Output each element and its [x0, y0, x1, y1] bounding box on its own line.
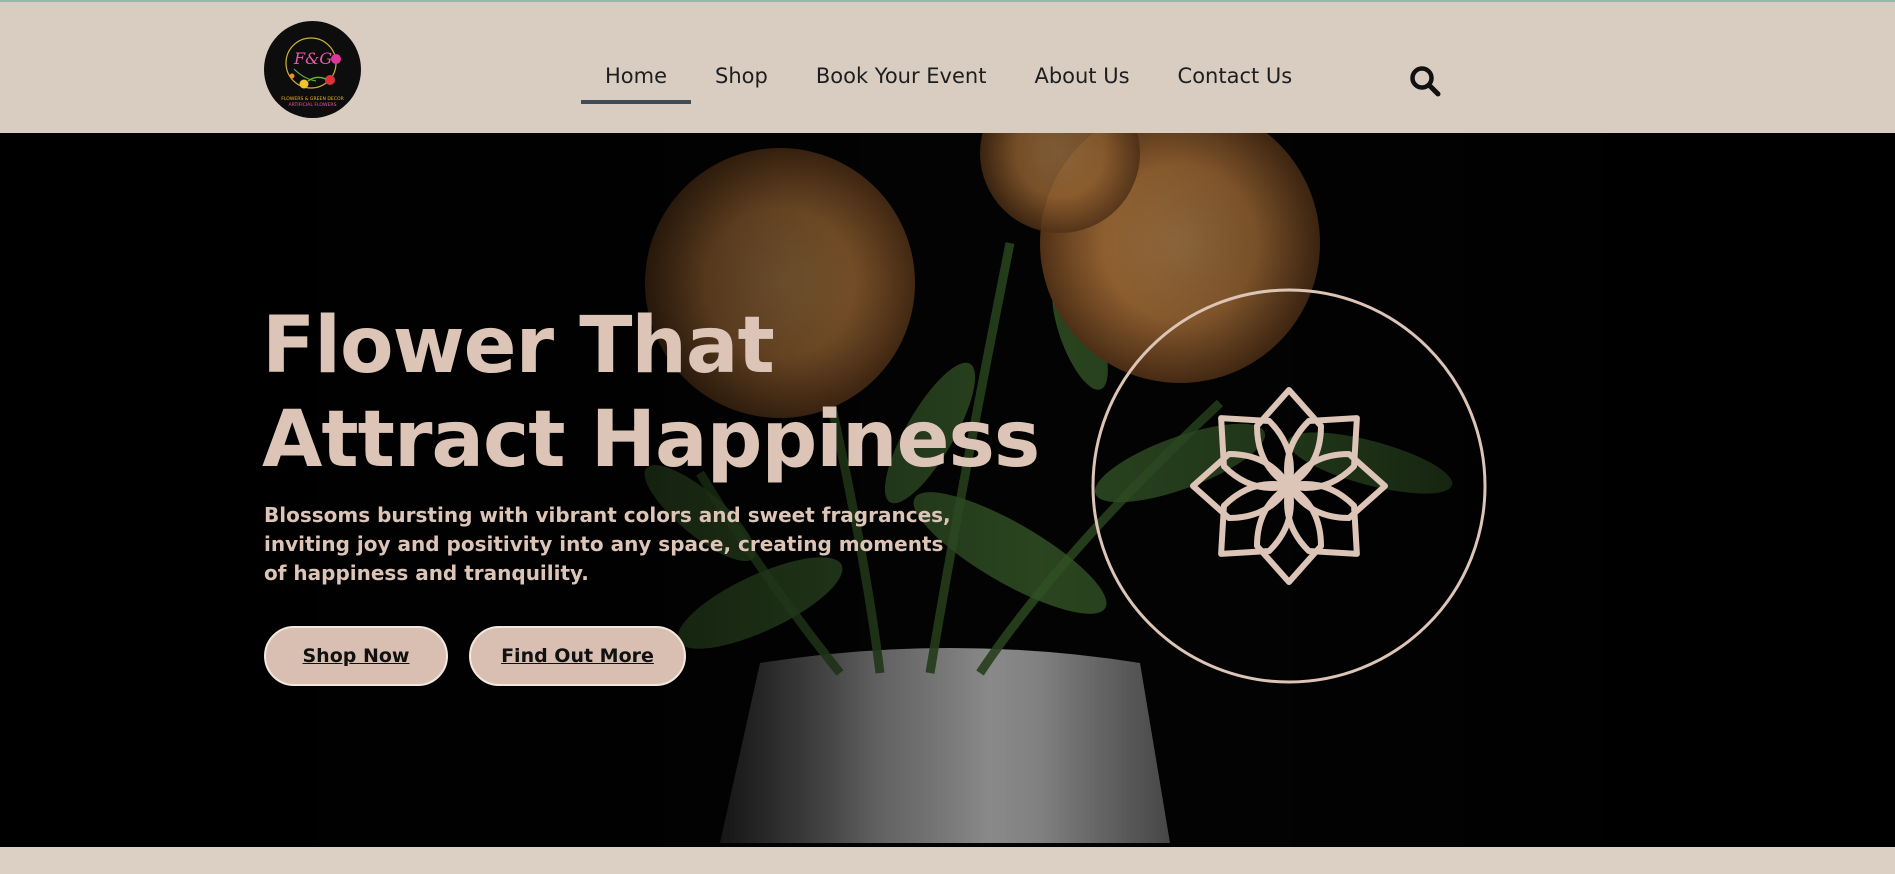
hero-section: Flower That Attract Happiness Blossoms b… — [0, 133, 1895, 847]
main-nav: Home Shop Book Your Event About Us Conta… — [581, 52, 1316, 108]
hero-title-line-1: Flower That — [262, 301, 775, 391]
lotus-icon — [1091, 288, 1487, 684]
nav-item-home[interactable]: Home — [581, 52, 692, 104]
hero-title: Flower That Attract Happiness — [262, 299, 1040, 487]
search-button[interactable] — [1408, 64, 1442, 98]
logo-tagline-1: FLOWERS & GREEN DECOR — [281, 96, 344, 102]
next-section-edge — [0, 847, 1895, 874]
site-header: F&G FLOWERS & GREEN DECOR ARTIFICIAL FLO… — [0, 2, 1895, 133]
nav-item-about-us[interactable]: About Us — [1010, 52, 1153, 104]
search-icon — [1410, 66, 1441, 97]
nav-item-contact-us[interactable]: Contact Us — [1154, 52, 1317, 104]
logo-emblem-icon: F&G FLOWERS & GREEN DECOR ARTIFICIAL FLO… — [264, 21, 361, 118]
find-out-more-button[interactable]: Find Out More — [469, 626, 686, 686]
shop-now-button[interactable]: Shop Now — [264, 626, 448, 686]
site-logo[interactable]: F&G FLOWERS & GREEN DECOR ARTIFICIAL FLO… — [264, 21, 361, 118]
hero-title-line-2: Attract Happiness — [262, 395, 1040, 485]
nav-item-shop[interactable]: Shop — [691, 52, 792, 104]
logo-monogram: F&G — [293, 49, 332, 68]
logo-tagline-2: ARTIFICIAL FLOWERS — [288, 102, 336, 108]
nav-item-book-your-event[interactable]: Book Your Event — [792, 52, 1011, 104]
hero-subtitle: Blossoms bursting with vibrant colors an… — [264, 503, 951, 585]
hero-overlay — [0, 133, 1895, 847]
